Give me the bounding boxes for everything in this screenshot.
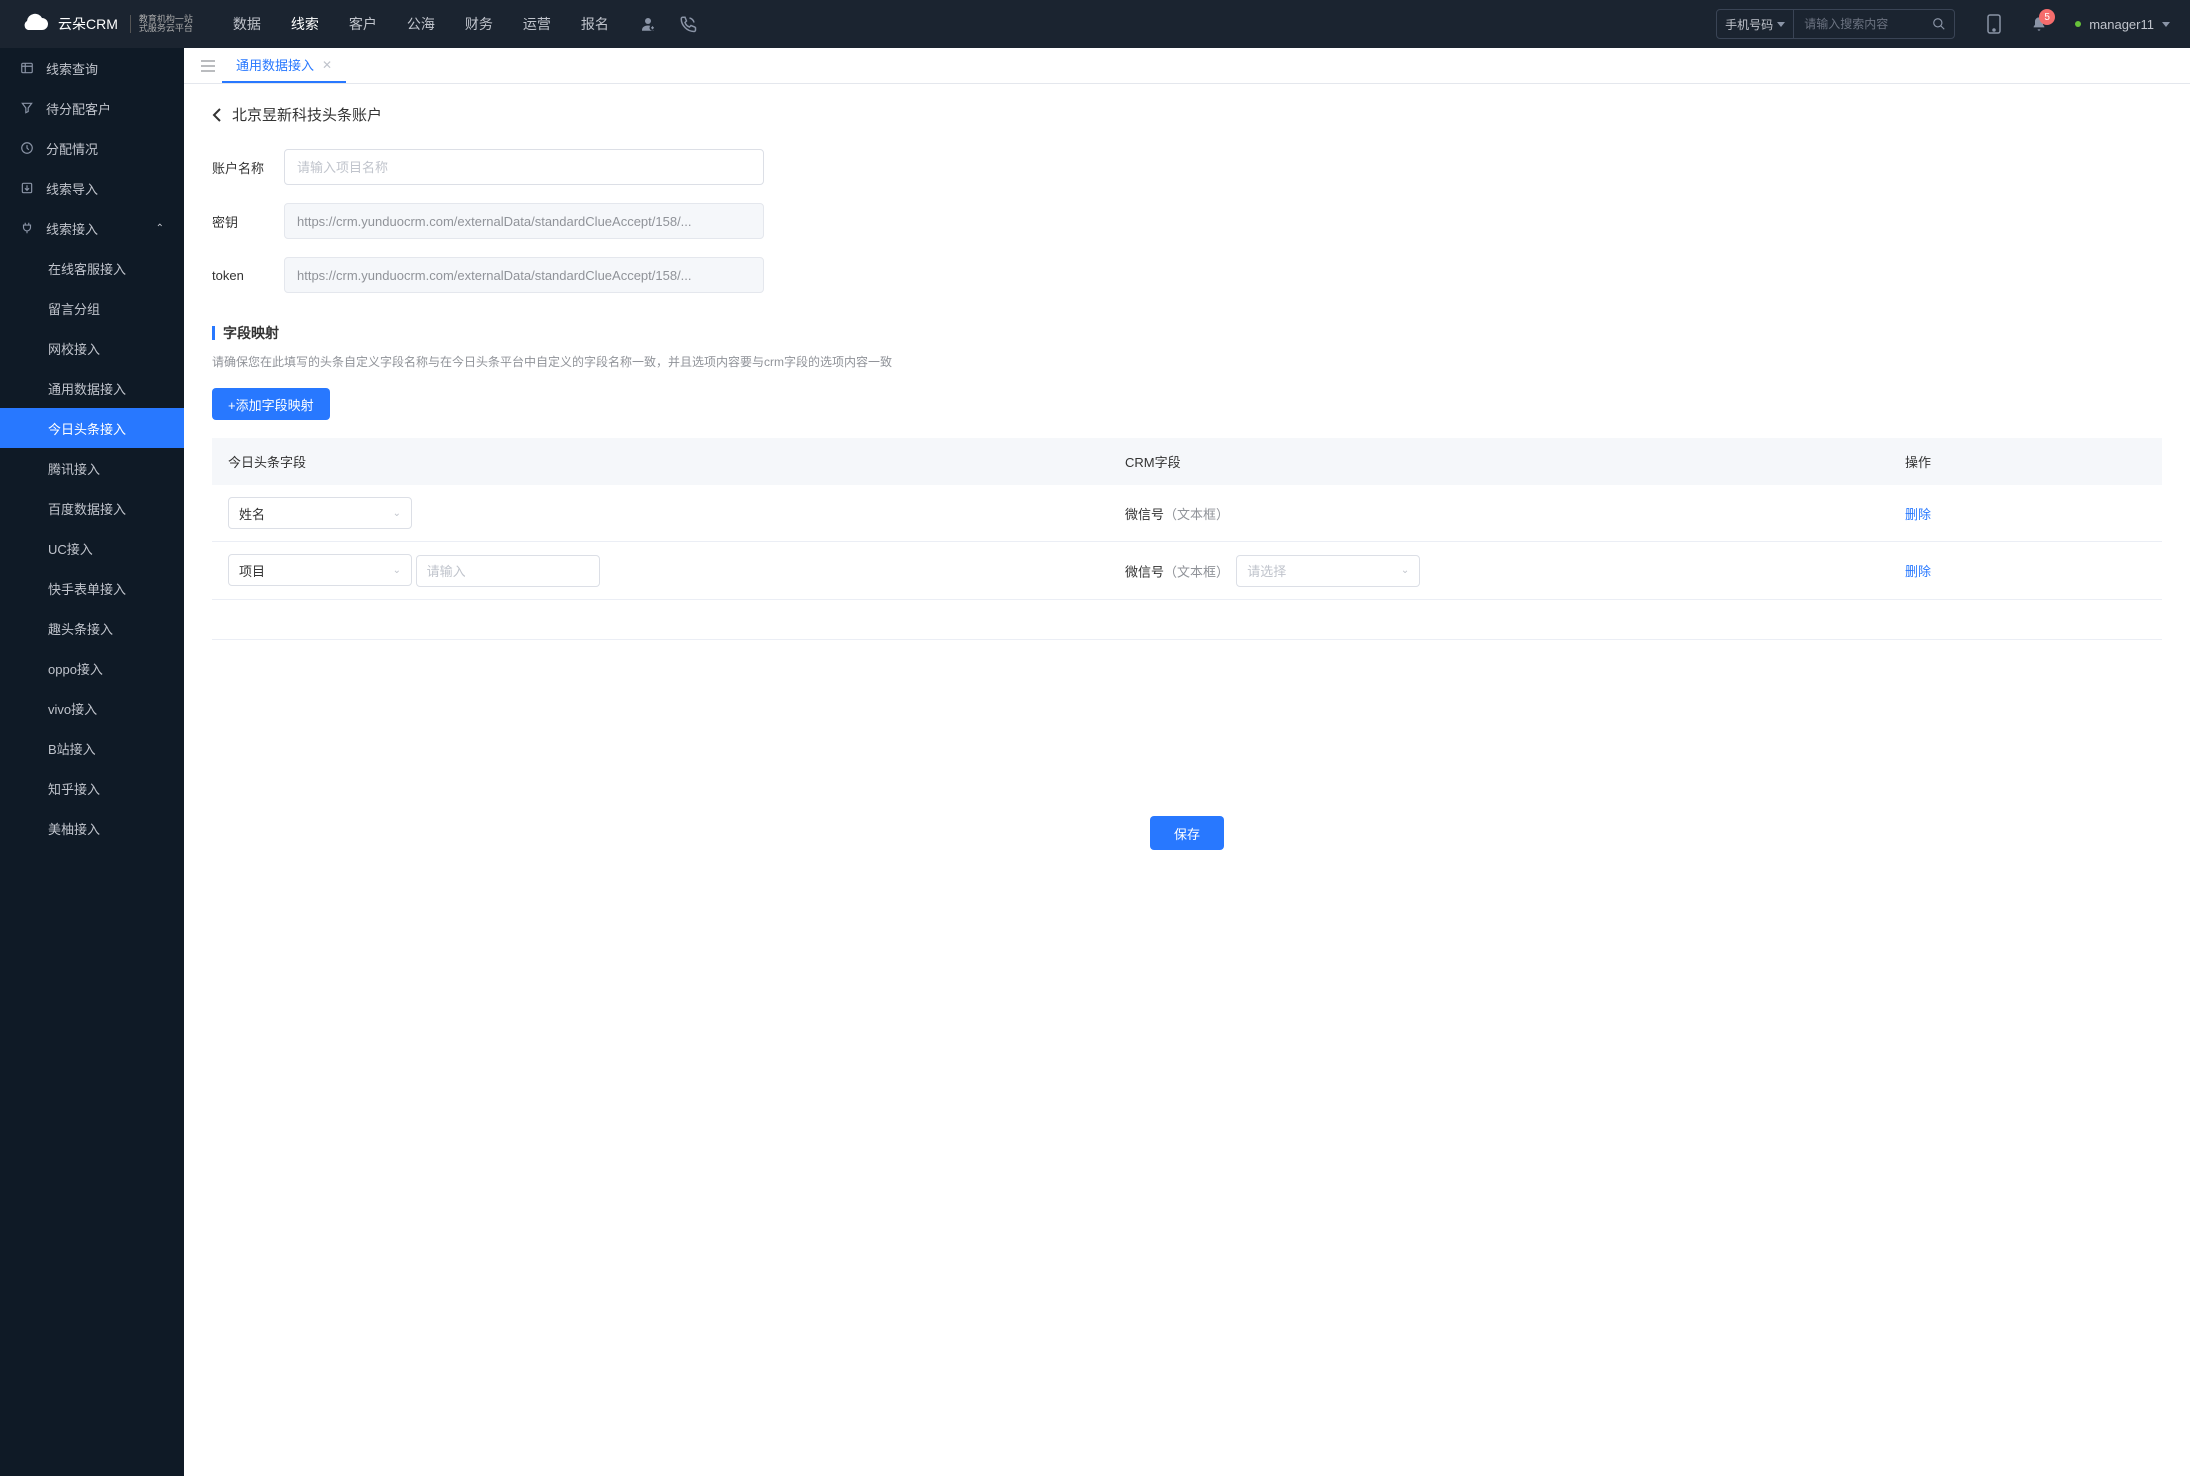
app-header: 云朵CRM 教育机构一站 式服务云平台 数据线索客户公海财务运营报名 手机号码 … <box>0 0 2190 48</box>
sidebar-toggle[interactable] <box>194 52 222 80</box>
col-action: 操作 <box>1889 438 2162 485</box>
sidebar-sub-2[interactable]: 网校接入 <box>0 328 184 368</box>
toutiao-field-select[interactable]: 姓名⌄ <box>228 497 412 529</box>
user-menu[interactable]: manager11 <box>2075 17 2170 32</box>
close-icon[interactable]: ✕ <box>322 58 332 72</box>
nav-item-2[interactable]: 客户 <box>349 10 377 38</box>
search-group: 手机号码 <box>1716 9 1955 39</box>
logo-text: 云朵CRM <box>58 14 118 34</box>
sidebar-sub-4[interactable]: 今日头条接入 <box>0 408 184 448</box>
search-type-select[interactable]: 手机号码 <box>1717 10 1794 38</box>
cloud-logo-icon <box>20 12 50 36</box>
sidebar-item-3[interactable]: 线索导入 <box>0 168 184 208</box>
filter-icon <box>20 101 34 115</box>
table-row: 姓名⌄ 微信号（文本框） 删除 <box>212 485 2162 542</box>
secret-input[interactable] <box>284 203 764 239</box>
nav-item-3[interactable]: 公海 <box>407 10 435 38</box>
chevron-down-icon: ⌄ <box>393 565 401 576</box>
save-button[interactable]: 保存 <box>1150 816 1224 850</box>
sidebar-item-4[interactable]: 线索接入⌃ <box>0 208 184 248</box>
search-icon <box>1932 17 1946 31</box>
username: manager11 <box>2089 17 2154 32</box>
account-name-input[interactable] <box>284 149 764 185</box>
secret-label: 密钥 <box>212 212 284 231</box>
logo-subtitle: 教育机构一站 式服务云平台 <box>130 15 193 33</box>
sidebar-sub-0[interactable]: 在线客服接入 <box>0 248 184 288</box>
page-title: 北京昱新科技头条账户 <box>232 104 382 125</box>
table-row: 项目⌄ 微信号（文本框） 请选择⌄ 删除 <box>212 542 2162 600</box>
crm-field-label: 微信号（文本框） <box>1125 564 1229 579</box>
tab-general-data[interactable]: 通用数据接入 ✕ <box>222 48 346 83</box>
sidebar-item-0[interactable]: 线索查询 <box>0 48 184 88</box>
col-crm-field: CRM字段 <box>1109 438 1889 485</box>
notification-badge: 5 <box>2039 9 2055 25</box>
crm-field-select[interactable]: 请选择⌄ <box>1236 555 1420 587</box>
nav-item-0[interactable]: 数据 <box>233 10 261 38</box>
sidebar-sub-13[interactable]: 知乎接入 <box>0 768 184 808</box>
sidebar-sub-12[interactable]: B站接入 <box>0 728 184 768</box>
phone-icon[interactable] <box>679 15 697 33</box>
clock-icon <box>20 141 34 155</box>
sidebar-sub-1[interactable]: 留言分组 <box>0 288 184 328</box>
delete-link[interactable]: 删除 <box>1905 507 1931 522</box>
chevron-down-icon: ⌄ <box>393 508 401 519</box>
tab-label: 通用数据接入 <box>236 55 314 74</box>
plug-icon <box>20 221 34 235</box>
mapping-section-title: 字段映射 <box>212 323 2162 343</box>
sidebar-sub-7[interactable]: UC接入 <box>0 528 184 568</box>
sidebar-sub-14[interactable]: 美柚接入 <box>0 808 184 848</box>
sidebar-item-1[interactable]: 待分配客户 <box>0 88 184 128</box>
crm-field-label: 微信号（文本框） <box>1125 507 1229 522</box>
sidebar: 线索查询待分配客户分配情况线索导入线索接入⌃在线客服接入留言分组网校接入通用数据… <box>0 48 184 1476</box>
sidebar-item-2[interactable]: 分配情况 <box>0 128 184 168</box>
chevron-left-icon <box>212 107 222 123</box>
mapping-table: 今日头条字段 CRM字段 操作 姓名⌄微信号（文本框）删除项目⌄ 微信号（文本框… <box>212 438 2162 600</box>
export-icon <box>20 181 34 195</box>
token-input[interactable] <box>284 257 764 293</box>
search-input[interactable] <box>1794 17 1924 31</box>
chevron-down-icon: ⌄ <box>1401 565 1409 576</box>
chevron-down-icon <box>1777 22 1785 27</box>
extra-input[interactable] <box>416 555 600 587</box>
nav-item-4[interactable]: 财务 <box>465 10 493 38</box>
breadcrumb: 北京昱新科技头条账户 <box>212 104 2162 125</box>
add-mapping-button[interactable]: +添加字段映射 <box>212 388 330 420</box>
list-icon <box>20 61 34 75</box>
logo: 云朵CRM 教育机构一站 式服务云平台 <box>20 12 193 36</box>
status-dot-icon <box>2075 21 2081 27</box>
sidebar-sub-6[interactable]: 百度数据接入 <box>0 488 184 528</box>
sidebar-sub-5[interactable]: 腾讯接入 <box>0 448 184 488</box>
chevron-down-icon <box>2162 22 2170 27</box>
mapping-section-desc: 请确保您在此填写的头条自定义字段名称与在今日头条平台中自定义的字段名称一致，并且… <box>212 353 2162 370</box>
sidebar-sub-9[interactable]: 趣头条接入 <box>0 608 184 648</box>
user-icon[interactable] <box>639 15 657 33</box>
sidebar-sub-3[interactable]: 通用数据接入 <box>0 368 184 408</box>
account-label: 账户名称 <box>212 158 284 177</box>
delete-link[interactable]: 删除 <box>1905 564 1931 579</box>
chevron-up-icon: ⌃ <box>156 223 164 234</box>
main-content: 通用数据接入 ✕ 北京昱新科技头条账户 账户名称 密钥 token <box>184 48 2190 1476</box>
mobile-icon[interactable] <box>1985 15 2003 33</box>
search-button[interactable] <box>1924 10 1954 38</box>
sidebar-sub-8[interactable]: 快手表单接入 <box>0 568 184 608</box>
nav-item-6[interactable]: 报名 <box>581 10 609 38</box>
token-label: token <box>212 268 284 283</box>
sidebar-sub-10[interactable]: oppo接入 <box>0 648 184 688</box>
notifications-button[interactable]: 5 <box>2031 15 2047 33</box>
nav-item-5[interactable]: 运营 <box>523 10 551 38</box>
sidebar-sub-11[interactable]: vivo接入 <box>0 688 184 728</box>
nav-item-1[interactable]: 线索 <box>291 10 319 38</box>
footer: 保存 <box>212 800 2162 860</box>
top-nav: 数据 线索 客户 公海 财务 运营 报名 <box>233 10 609 38</box>
toutiao-field-select[interactable]: 项目⌄ <box>228 554 412 586</box>
tab-bar: 通用数据接入 ✕ <box>184 48 2190 84</box>
back-button[interactable] <box>212 107 222 123</box>
col-toutiao-field: 今日头条字段 <box>212 438 1109 485</box>
